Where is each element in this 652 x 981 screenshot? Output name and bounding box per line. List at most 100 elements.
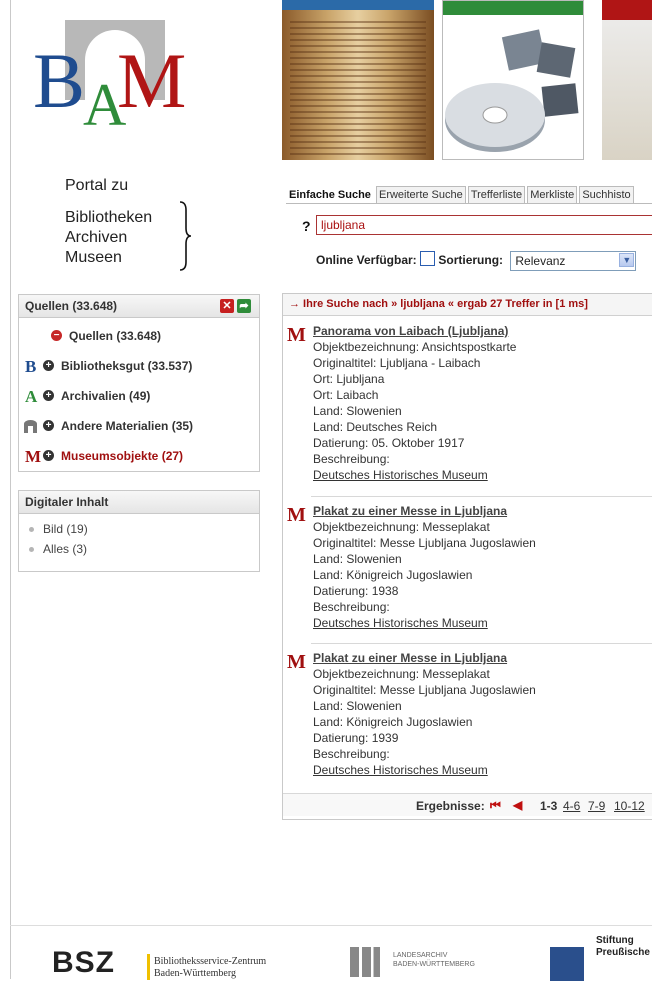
portal-item-libraries: Bibliotheken bbox=[65, 209, 153, 226]
source-item-all[interactable]: − Quellen (33.648) bbox=[19, 322, 259, 352]
bsz-logo[interactable]: BSZ Bibliotheksservice-Zentrum Baden-Wür… bbox=[52, 946, 266, 980]
minus-icon[interactable]: − bbox=[51, 330, 62, 341]
result-source-link[interactable]: Deutsches Historisches Museum bbox=[313, 615, 536, 631]
stiftung-icon bbox=[550, 947, 584, 981]
result-source-link[interactable]: Deutsches Historisches Museum bbox=[313, 467, 516, 483]
source-item-archive[interactable]: A + Archivalien (49) bbox=[19, 382, 259, 412]
spk-line1: Stiftung bbox=[596, 935, 634, 946]
result-line: Land: Königreich Jugoslawien bbox=[313, 568, 473, 582]
result-title[interactable]: Panorama von Laibach (Ljubljana) bbox=[313, 323, 516, 339]
chevron-down-icon[interactable]: ▼ bbox=[619, 253, 635, 267]
svg-text:M: M bbox=[117, 37, 186, 124]
pagination-label: Ergebnisse: bbox=[416, 799, 485, 813]
page-link[interactable]: 7-9 bbox=[588, 799, 605, 813]
result-line: Land: Königreich Jugoslawien bbox=[313, 715, 473, 729]
plus-icon[interactable]: + bbox=[43, 360, 54, 371]
header-banner bbox=[282, 0, 652, 160]
arch-icon bbox=[24, 420, 37, 433]
results-panel: → Ihre Suche nach » ljubljana « ergab 27… bbox=[282, 293, 652, 820]
search-input[interactable] bbox=[316, 215, 652, 235]
museum-icon: M bbox=[287, 324, 306, 346]
result-line: Datierung: 1939 bbox=[313, 731, 399, 745]
online-available-checkbox[interactable] bbox=[420, 251, 436, 267]
prev-page-icon[interactable]: ◀ bbox=[513, 798, 522, 812]
plus-icon[interactable]: + bbox=[43, 420, 54, 431]
result-line: Objektbezeichnung: Messeplakat bbox=[313, 520, 490, 534]
source-label[interactable]: Bibliotheksgut (33.537) bbox=[61, 359, 192, 373]
online-available-label: Online Verfügbar: bbox=[316, 253, 417, 268]
result-line: Ort: Laibach bbox=[313, 388, 379, 402]
page-current: 1-3 bbox=[540, 799, 558, 813]
bsz-logo-text: BSZ bbox=[52, 946, 115, 979]
la-line1: LANDESARCHIV bbox=[393, 952, 448, 959]
source-label[interactable]: Quellen (33.648) bbox=[69, 329, 161, 343]
bullet-icon bbox=[29, 527, 34, 532]
portal-item-archives: Archiven bbox=[65, 229, 128, 246]
portal-item-museums: Museen bbox=[65, 249, 122, 266]
bsz-line1: Bibliotheksservice-Zentrum bbox=[154, 956, 267, 967]
bsz-logo-caption: Bibliotheksservice-Zentrum Baden-Württem… bbox=[154, 956, 266, 980]
result-line: Land: Slowenien bbox=[313, 699, 402, 713]
result-line: Beschreibung: bbox=[313, 747, 390, 761]
sources-header: Quellen (33.648) ✕ ➦ bbox=[19, 295, 259, 318]
sources-title: Quellen (33.648) bbox=[25, 299, 118, 313]
museum-icon: M bbox=[287, 651, 306, 673]
help-icon[interactable]: ? bbox=[302, 218, 311, 234]
search-panel: ? Online Verfügbar: Sortierung: Relevanz… bbox=[286, 203, 652, 282]
museum-icon: M bbox=[287, 504, 306, 526]
bsz-accent-bar bbox=[147, 954, 150, 980]
source-label[interactable]: Andere Materialien (35) bbox=[61, 419, 193, 433]
source-label[interactable]: Museumsobjekte (27) bbox=[61, 449, 183, 463]
share-arrow-icon[interactable]: ➦ bbox=[237, 299, 251, 313]
result-line: Originaltitel: Messe Ljubljana Jugoslawi… bbox=[313, 536, 536, 550]
tab-watchlist[interactable]: Merkliste bbox=[527, 186, 578, 204]
bam-logo[interactable]: B A M bbox=[25, 15, 215, 135]
digital-content-header: Digitaler Inhalt bbox=[19, 491, 259, 514]
sort-select[interactable]: Relevanz ▼ bbox=[510, 251, 637, 271]
svg-text:B: B bbox=[33, 37, 85, 124]
source-item-other[interactable]: + Andere Materialien (35) bbox=[19, 412, 259, 442]
close-icon[interactable]: ✕ bbox=[220, 299, 234, 313]
spk-line2: Preußische bbox=[596, 947, 650, 958]
portal-intro: Portal zu bbox=[65, 177, 129, 194]
source-label[interactable]: Archivalien (49) bbox=[61, 389, 150, 403]
archive-icon: A bbox=[25, 387, 38, 406]
result-divider bbox=[311, 643, 652, 644]
plus-icon[interactable]: + bbox=[43, 450, 54, 461]
source-item-library[interactable]: B + Bibliotheksgut (33.537) bbox=[19, 352, 259, 382]
result-line: Objektbezeichnung: Messeplakat bbox=[313, 667, 490, 681]
tab-simple-search[interactable]: Einfache Suche bbox=[286, 186, 374, 204]
digital-item-label[interactable]: Alles (3) bbox=[43, 542, 87, 556]
result-line: Ort: Ljubljana bbox=[313, 372, 385, 386]
result-line: Objektbezeichnung: Ansichtspostkarte bbox=[313, 340, 517, 354]
digital-item-label[interactable]: Bild (19) bbox=[43, 522, 88, 536]
bsz-line2: Baden-Württemberg bbox=[154, 968, 237, 979]
bullet-icon bbox=[29, 547, 34, 552]
stiftung-caption: Stiftung Preußische bbox=[596, 935, 650, 959]
page-link[interactable]: 10-12 bbox=[614, 799, 645, 813]
manuscript-image bbox=[282, 0, 434, 160]
brace-icon bbox=[179, 201, 192, 271]
result-source-link[interactable]: Deutsches Historisches Museum bbox=[313, 762, 536, 778]
digital-item-image[interactable]: Bild (19) bbox=[19, 520, 259, 540]
tab-advanced-search[interactable]: Erweiterte Suche bbox=[375, 186, 466, 204]
result-line: Beschreibung: bbox=[313, 600, 390, 614]
result-line: Originaltitel: Ljubljana - Laibach bbox=[313, 356, 481, 370]
result-line: Beschreibung: bbox=[313, 452, 390, 466]
result-title[interactable]: Plakat zu einer Messe in Ljubljana bbox=[313, 650, 536, 666]
search-tabs: Einfache Suche Erweiterte Suche Trefferl… bbox=[286, 186, 634, 204]
page-link[interactable]: 4-6 bbox=[563, 799, 580, 813]
plus-icon[interactable]: + bbox=[43, 390, 54, 401]
sources-box: Quellen (33.648) ✕ ➦ − Quellen (33.648) … bbox=[18, 294, 260, 472]
tab-search-history[interactable]: Suchhisto bbox=[579, 186, 634, 204]
source-item-museum[interactable]: M + Museumsobjekte (27) bbox=[19, 442, 259, 472]
result-title[interactable]: Plakat zu einer Messe in Ljubljana bbox=[313, 503, 536, 519]
first-page-icon[interactable]: ⏮ bbox=[490, 798, 501, 813]
digital-item-all[interactable]: Alles (3) bbox=[19, 540, 259, 560]
tab-result-list[interactable]: Trefferliste bbox=[467, 186, 526, 204]
footer-divider bbox=[10, 925, 652, 926]
result-divider bbox=[311, 496, 652, 497]
digital-content-title: Digitaler Inhalt bbox=[25, 495, 109, 509]
search-options: Online Verfügbar: Sortierung: Relevanz ▼ bbox=[316, 251, 637, 271]
result-line: Originaltitel: Messe Ljubljana Jugoslawi… bbox=[313, 683, 536, 697]
